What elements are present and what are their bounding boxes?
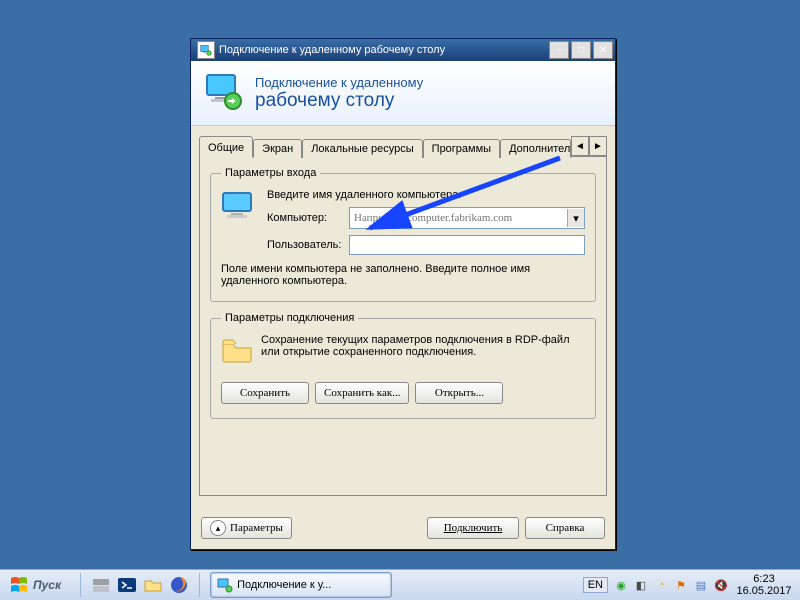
chevron-up-icon: ▴ — [210, 520, 226, 536]
taskbar-divider — [199, 573, 200, 597]
banner-line1: Подключение к удаленному — [255, 75, 423, 90]
security-icon[interactable]: ◉ — [614, 578, 628, 592]
taskbar-divider — [80, 573, 81, 597]
tab-local-resources[interactable]: Локальные ресурсы — [302, 139, 422, 158]
options-label: Параметры — [230, 522, 283, 534]
tabs: Общие Экран Локальные ресурсы Программы … — [199, 134, 607, 496]
title-text: Подключение к удаленному рабочему столу — [219, 44, 549, 56]
close-button[interactable]: ✕ — [593, 41, 613, 59]
start-label: Пуск — [33, 578, 61, 592]
computer-label: Компьютер: — [267, 212, 349, 224]
connection-desc: Сохранение текущих параметров подключени… — [221, 334, 585, 366]
computer-input[interactable] — [350, 212, 567, 224]
banner: Подключение к удаленному рабочему столу — [191, 61, 615, 126]
computer-row: Компьютер: ▾ — [267, 207, 585, 229]
save-as-button[interactable]: Сохранить как... — [315, 382, 409, 404]
banner-line2: рабочему столу — [255, 90, 423, 112]
taskbar: Пуск Подключение к у... EN ◉ ◧ ◔ ⚑ ▤ 🔇 6… — [0, 569, 800, 600]
title-icon — [197, 41, 215, 59]
removable-icon[interactable]: ◧ — [634, 578, 648, 592]
chevron-down-icon: ▾ — [573, 212, 579, 225]
titlebar[interactable]: Подключение к удаленному рабочему столу … — [191, 39, 615, 61]
clock-time: 6:23 — [734, 573, 794, 585]
tab-panel-general: Параметры входа Введите имя удаленного к… — [199, 156, 607, 496]
clock-date: 16.05.2017 — [734, 585, 794, 597]
rdp-dialog: Подключение к удаленному рабочему столу … — [190, 38, 616, 550]
tabs-scroll-right-button[interactable]: ► — [589, 136, 607, 156]
firefox-icon[interactable] — [169, 575, 189, 595]
group-login: Параметры входа Введите имя удаленного к… — [210, 167, 596, 302]
minimize-button[interactable]: − — [549, 41, 569, 59]
flag-icon[interactable]: ⚑ — [674, 578, 688, 592]
tabs-scroll-left-button[interactable]: ◄ — [571, 136, 589, 156]
clock[interactable]: 6:23 16.05.2017 — [734, 573, 794, 597]
network-icon[interactable]: ▤ — [694, 578, 708, 592]
login-intro: Введите имя удаленного компьютера. — [221, 189, 585, 201]
tab-general[interactable]: Общие — [199, 136, 253, 157]
open-button[interactable]: Открыть... — [415, 382, 503, 404]
update-icon[interactable]: ◔ — [654, 578, 668, 592]
maximize-button[interactable]: □ — [571, 41, 591, 59]
folder-icon — [221, 336, 253, 364]
dialog-footer: ▴ Параметры Подключить Справка — [201, 517, 605, 539]
save-button[interactable]: Сохранить — [221, 382, 309, 404]
volume-icon[interactable]: 🔇 — [714, 578, 728, 592]
group-login-legend: Параметры входа — [221, 167, 320, 179]
computer-combo[interactable]: ▾ — [349, 207, 585, 229]
language-indicator[interactable]: EN — [583, 577, 608, 593]
tab-programs[interactable]: Программы — [423, 139, 500, 158]
system-tray: EN ◉ ◧ ◔ ⚑ ▤ 🔇 6:23 16.05.2017 — [577, 573, 800, 597]
explorer-icon[interactable] — [143, 575, 163, 595]
quicklaunch — [85, 575, 195, 595]
options-button[interactable]: ▴ Параметры — [201, 517, 292, 539]
group-connection: Параметры подключения Сохранение текущих… — [210, 312, 596, 419]
server-manager-icon[interactable] — [91, 575, 111, 595]
user-label: Пользователь: — [267, 239, 349, 251]
tab-advanced[interactable]: Дополнительн — [500, 139, 571, 158]
computer-dropdown-button[interactable]: ▾ — [567, 209, 584, 227]
tab-display[interactable]: Экран — [253, 139, 302, 158]
user-row: Пользователь: — [267, 235, 585, 255]
rdp-small-icon — [217, 577, 233, 593]
login-hint: Поле имени компьютера не заполнено. Введ… — [221, 263, 585, 287]
start-button[interactable]: Пуск — [4, 572, 72, 598]
computer-icon — [221, 191, 259, 221]
help-button[interactable]: Справка — [525, 517, 605, 539]
connect-button[interactable]: Подключить — [427, 517, 519, 539]
group-connection-legend: Параметры подключения — [221, 312, 358, 324]
rdp-icon — [201, 71, 245, 115]
powershell-icon[interactable] — [117, 575, 137, 595]
user-input[interactable] — [349, 235, 585, 255]
taskbar-active-task[interactable]: Подключение к у... — [210, 572, 392, 598]
taskbar-active-task-label: Подключение к у... — [237, 579, 331, 591]
windows-logo-icon — [9, 575, 29, 595]
